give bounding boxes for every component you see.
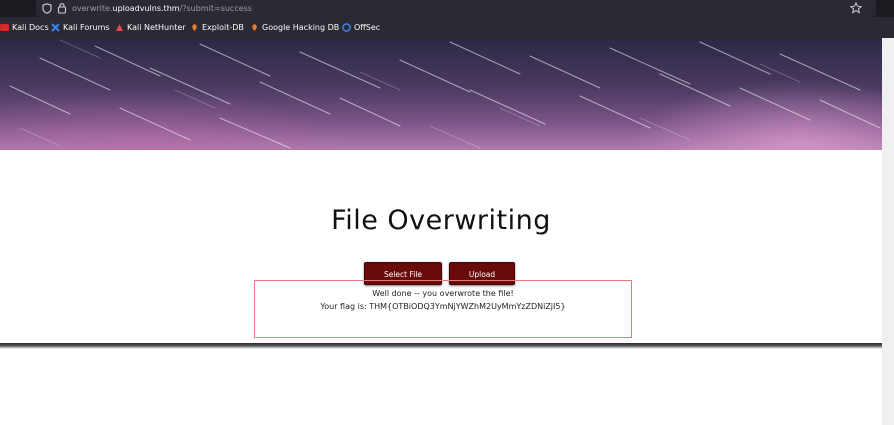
exploit-db-icon [192,24,197,31]
star-trails-image [9,39,881,149]
tracking-protection-icon[interactable] [42,3,52,14]
bookmark-kali-docs[interactable]: Kali Docs [0,17,49,38]
bookmark-exploit-db[interactable]: Exploit-DB [190,17,244,38]
kali-forums-icon [51,23,60,32]
bookmark-label: Exploit-DB [202,23,244,32]
kali-docs-icon [0,24,9,31]
bookmark-star-icon[interactable] [850,2,862,14]
ghdb-icon [252,24,257,31]
bookmark-label: Kali NetHunter [127,23,186,32]
url-host: uploadvulns.thm [112,4,180,13]
bookmark-label: OffSec [354,23,381,32]
bookmark-offsec[interactable]: OffSec [342,17,380,38]
flag-message: Your flag is: THM{OTBiODQ3YmNjYWZhM2UyMm… [320,302,566,311]
bookmark-kali-nethunter[interactable]: Kali NetHunter [115,17,186,38]
browser-toolbar: overwrite.uploadvulns.thm/?submit=succes… [0,0,894,17]
kali-nethunter-icon [116,24,123,31]
page-title: File Overwriting [331,205,551,236]
bookmark-google-hacking-db[interactable]: Google Hacking DB [250,17,339,38]
header-banner [0,38,894,150]
url-path: /?submit=success [179,4,252,13]
url-prefix: overwrite. [72,4,113,13]
scrollbar-track[interactable] [882,38,894,425]
site-info-icon[interactable] [57,2,67,14]
url-text[interactable]: overwrite.uploadvulns.thm/?submit=succes… [72,2,252,15]
success-message: Well done -- you overwrote the file! [372,289,514,298]
bookmark-label: Google Hacking DB [262,23,340,32]
bookmarks-toolbar: Kali Docs Kali Forums Kali NetHunter Exp… [0,17,894,38]
content-divider [0,343,882,349]
bookmark-label: Kali Docs [12,23,49,32]
offsec-icon [342,23,351,32]
result-message-box: Well done -- you overwrote the file! You… [254,280,632,338]
bookmark-kali-forums[interactable]: Kali Forums [51,17,110,38]
bookmark-label: Kali Forums [63,23,110,32]
